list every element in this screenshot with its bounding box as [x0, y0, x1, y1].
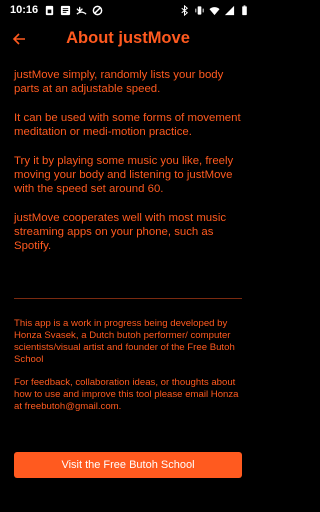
about-paragraph: Try it by playing some music you like, f…: [14, 154, 234, 196]
app-bar: About justMove: [0, 24, 256, 56]
sim-icon: [45, 5, 54, 15]
blocked-icon: [92, 5, 103, 15]
about-paragraph: justMove simply, randomly lists your bod…: [14, 69, 224, 96]
about-paragraph: justMove cooperates well with most music…: [14, 211, 227, 253]
about-paragraph: It can be used with some forms of moveme…: [14, 111, 241, 139]
status-notification-icons: [44, 5, 103, 16]
missed-call-icon: [76, 6, 87, 15]
info-paragraph: This app is a work in progress being dev…: [14, 318, 235, 365]
battery-icon: [242, 4, 247, 15]
divider: [14, 298, 242, 299]
wifi-icon: [209, 6, 220, 15]
status-system-icons: [179, 4, 250, 16]
bluetooth-icon: [181, 4, 189, 16]
vibrate-icon: [195, 5, 204, 15]
note-icon: [61, 5, 71, 15]
about-section: justMove simply, randomly lists your bod…: [14, 68, 246, 268]
status-bar: 10:16: [0, 0, 256, 20]
info-section: This app is a work in progress being dev…: [14, 318, 246, 424]
signal-icon: [224, 5, 235, 15]
status-time: 10:16: [10, 4, 39, 16]
visit-free-butoh-school-button[interactable]: Visit the Free Butoh School: [14, 452, 242, 478]
info-paragraph: For feedback, collaboration ideas, or th…: [14, 377, 239, 412]
page-title: About justMove: [66, 29, 190, 47]
